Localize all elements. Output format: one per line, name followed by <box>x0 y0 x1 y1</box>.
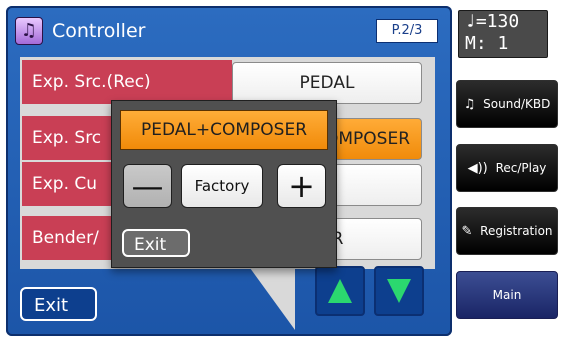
scroll-down-button[interactable] <box>374 266 424 316</box>
pencil-icon: ✎ <box>461 224 473 239</box>
title-bar: ♫ Controller P.2/3 <box>10 16 440 46</box>
page-indicator: P.2/3 <box>376 19 438 43</box>
main-label: Main <box>492 288 522 302</box>
tempo-display: ♩=130 M: 1 <box>458 10 548 58</box>
measure-readout: M: 1 <box>465 33 509 54</box>
row-label-1: Exp. Src.(Rec) <box>22 60 232 104</box>
popup-exit-button[interactable]: Exit <box>122 229 190 257</box>
popup-value-display: PEDAL+COMPOSER <box>120 110 328 150</box>
arrow-down-icon <box>387 279 411 303</box>
decrement-button[interactable]: — <box>123 164 172 208</box>
row-value-1[interactable]: PEDAL <box>232 62 422 104</box>
page-title: Controller <box>52 20 146 42</box>
registration-label: Registration <box>480 224 553 238</box>
bottom-panel-notch <box>250 268 295 330</box>
sound-kbd-button[interactable]: ♫ Sound/KBD <box>456 80 558 128</box>
sound-kbd-label: Sound/KBD <box>483 97 551 111</box>
rec-play-label: Rec/Play <box>495 161 547 175</box>
device-frame: ♫ Controller P.2/3 Exp. Src.(Rec) PEDAL … <box>0 0 565 343</box>
increment-button[interactable]: + <box>277 164 326 208</box>
factory-button[interactable]: Factory <box>181 164 263 208</box>
music-note-icon: ♫ <box>463 97 476 112</box>
main-button[interactable]: Main <box>456 271 558 319</box>
speaker-icon: ◀)) <box>467 161 488 176</box>
exit-button[interactable]: Exit <box>20 287 97 321</box>
tempo-readout: ♩=130 <box>465 11 520 32</box>
arrow-up-icon <box>328 279 352 303</box>
scroll-up-button[interactable] <box>315 266 365 316</box>
music-note-icon: ♫ <box>15 17 43 45</box>
registration-button[interactable]: ✎ Registration <box>456 207 558 255</box>
rec-play-button[interactable]: ◀)) Rec/Play <box>456 144 558 192</box>
